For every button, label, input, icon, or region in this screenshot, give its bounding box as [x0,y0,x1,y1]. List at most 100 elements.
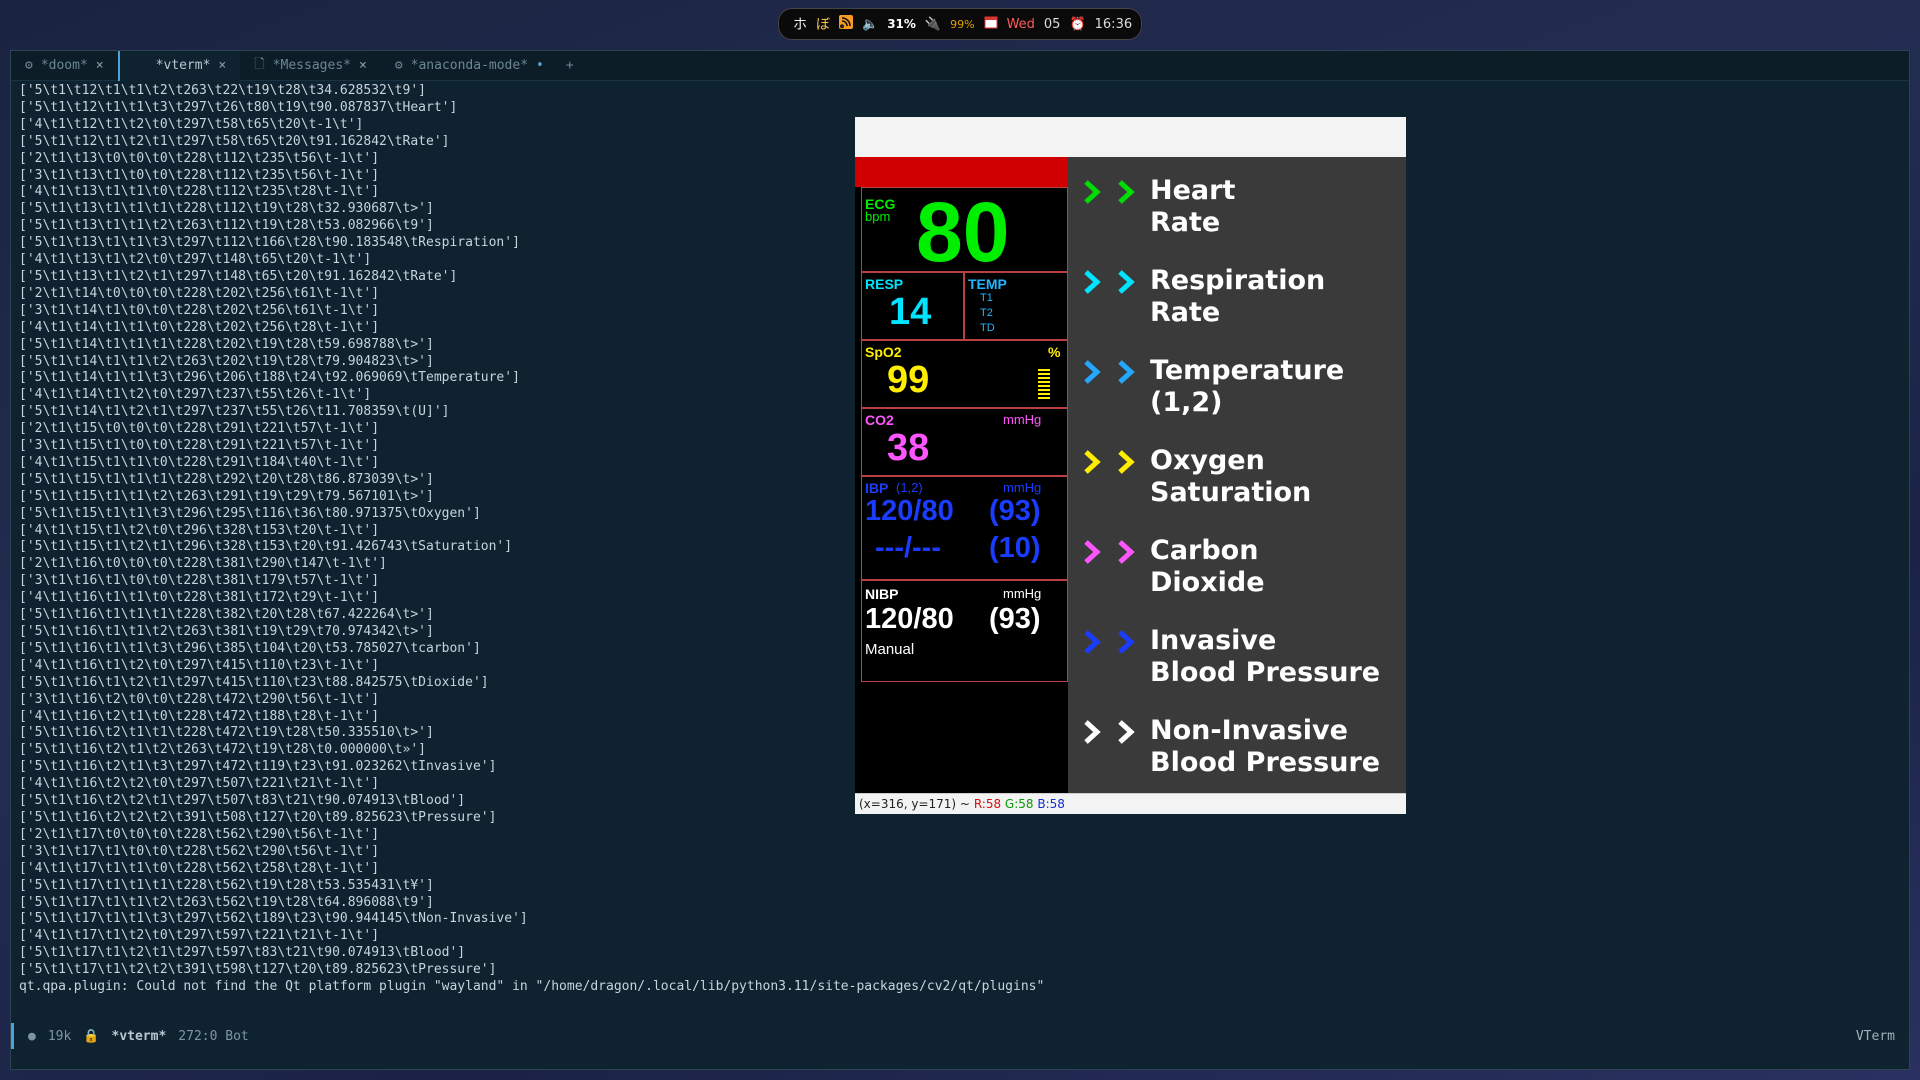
nibp-mean: (93) [989,603,1041,635]
chevron-right-icon [1084,360,1101,384]
chevron-right-icon [1118,270,1135,294]
legend-line-1: Carbon [1150,535,1259,566]
chevron-right-icon [1118,450,1135,474]
blue-value: B:58 [1037,797,1065,811]
close-icon[interactable]: × [96,58,104,73]
power-plug-icon: 🔌 [924,16,942,32]
terminal-line: ['5\t1\t17\t1\t1\t2\t263\t562\t19\t28\t6… [19,894,434,910]
clock-time: 16:36 [1094,16,1133,32]
ibp-cell: IBP (1,2) mmHg 120/80 (93) ---/--- (10) [861,476,1068,580]
tab-doom[interactable]: ⚙ *doom* × [11,51,118,81]
image-viewer-window[interactable]: ECG bpm 80 RESP 14 TEMP T1 T2 TD SpO2 % … [855,117,1406,814]
ecg-cell: ECG bpm 80 [861,185,1068,279]
nibp-cell: NIBP mmHg 120/80 (93) Manual [861,580,1068,682]
patient-monitor-panel: ECG bpm 80 RESP 14 TEMP T1 T2 TD SpO2 % … [855,157,1068,793]
close-icon[interactable]: × [359,58,367,73]
spo2-value: 99 [887,359,930,401]
calendar-icon[interactable] [984,15,998,33]
legend-line-1: Non-Invasive [1150,715,1348,746]
legend-line-2: Blood Pressure [1150,747,1381,778]
new-tab-button[interactable]: + [558,58,582,73]
terminal-line: qt.qpa.plugin: Could not find the Qt pla… [19,979,1045,995]
legend-item: Non-Invasive Blood Pressure [1068,715,1406,785]
co2-cell: CO2 mmHg 38 [861,408,1068,476]
tab-anaconda-mode[interactable]: ⚙ *anaconda-mode* • [381,51,558,81]
chevron-right-icon [1118,540,1135,564]
legend-line-1: Oxygen [1150,445,1265,476]
terminal-line: ['3\t1\t17\t1\t0\t0\t228\t562\t290\t56\t… [19,843,380,859]
chevron-right-icon [1084,450,1101,474]
temp-td: TD [980,322,995,334]
tab-vterm[interactable]: *vterm* × [117,50,241,81]
buffer-name[interactable]: *vterm* [112,1029,167,1044]
workspace-indicator[interactable]: ホ [793,14,807,34]
legend-item: Heart Rate [1068,175,1406,245]
wifi-icon[interactable] [839,15,853,33]
tab-label: *doom* [40,58,88,73]
co2-unit: mmHg [1003,412,1042,427]
terminal-line: ['5\t1\t17\t1\t2\t1\t297\t597\t83\t21\t9… [19,945,466,961]
terminal-line: ['5\t1\t17\t1\t1\t1\t228\t562\t19\t28\t5… [19,877,434,893]
parameter-legend: Heart Rate Respiration Rate Temperature (1,2)… [1068,157,1406,793]
co2-label: CO2 [865,412,894,428]
temp-t2: T2 [980,307,993,319]
input-method-indicator[interactable]: ぼ [816,14,830,34]
day-of-month: 05 [1043,16,1061,32]
chevron-right-icon [1118,630,1135,654]
tab-bar: ⚙ *doom* × *vterm* × 🗋 *Messages* × ⚙ *a… [11,50,1909,81]
volume-icon[interactable]: 🔈 [862,17,878,32]
co2-value: 38 [887,427,930,469]
heart-rate-value: 80 [916,185,1010,279]
temp-label: TEMP [968,276,1007,292]
close-icon[interactable]: × [218,58,226,73]
day-of-week: Wed [1006,16,1035,32]
resp-value: 14 [889,291,932,333]
modified-dot-icon[interactable]: • [536,58,544,73]
legend-line-2: Blood Pressure [1150,657,1381,688]
legend-text: Oxygen Saturation [1150,445,1311,509]
system-status-bar: ホ ぼ 🔈 31% 🔌 99% Wed 05 ⏰ 16:36 [778,8,1142,40]
terminal-line: ['5\t1\t17\t1\t1\t3\t297\t562\t189\t23\t… [19,911,528,927]
cursor-coords: (x=316, y=171) ~ [859,797,970,811]
chevron-right-icon [1084,180,1101,204]
nibp-mode: Manual [865,641,915,658]
resp-cell: RESP 14 [861,272,964,340]
legend-line-2: (1,2) [1150,387,1223,418]
terminal-line: ['5\t1\t12\t1\t1\t2\t263\t22\t19\t28\t34… [19,83,426,98]
legend-item: Respiration Rate [1068,265,1406,335]
legend-item: Oxygen Saturation [1068,445,1406,515]
ibp-unit: mmHg [1003,480,1042,495]
mode-line: ● 19k 🔒 *vterm* 272:0 Bot VTerm [11,1023,1909,1049]
ibp-value-2: ---/--- [875,532,942,564]
temp-cell: TEMP T1 T2 TD [964,272,1068,340]
image-canvas[interactable]: ECG bpm 80 RESP 14 TEMP T1 T2 TD SpO2 % … [855,157,1406,793]
nibp-value: 120/80 [865,603,954,635]
emacs-icon: ⚙ [394,58,403,73]
emacs-icon: ⚙ [25,58,33,73]
legend-line-2: Dioxide [1150,567,1265,598]
chevron-right-icon [1084,720,1101,744]
buffer-size: 19k [47,1028,72,1044]
chevron-right-icon [1084,630,1101,654]
legend-line-2: Rate [1150,297,1221,328]
terminal-line: ['2\t1\t17\t0\t0\t0\t228\t562\t290\t56\t… [19,826,380,842]
spo2-unit: % [1048,344,1061,360]
cursor-position: 272:0 Bot [178,1028,249,1044]
legend-text: Carbon Dioxide [1150,535,1265,599]
terminal-line: ['4\t1\t17\t1\t2\t0\t297\t597\t221\t21\t… [19,928,380,944]
alarm-bar [855,157,1068,187]
major-mode[interactable]: VTerm [1856,1029,1895,1044]
legend-item: Temperature (1,2) [1068,355,1406,425]
terminal-line: ['5\t1\t17\t1\t2\t2\t391\t598\t127\t20\t… [19,962,497,978]
spo2-cell: SpO2 % 99 [861,340,1068,408]
battery-level: 99% [950,17,975,31]
legend-text: Temperature (1,2) [1150,355,1344,419]
legend-line-1: Invasive [1150,625,1277,656]
legend-text: Heart Rate [1150,175,1235,239]
ecg-unit: bpm [865,209,891,224]
tab-label: *Messages* [272,58,351,73]
alarm-clock-icon[interactable]: ⏰ [1069,17,1085,32]
green-value: G:58 [1004,797,1034,811]
legend-text: Invasive Blood Pressure [1150,625,1380,689]
tab-messages[interactable]: 🗋 *Messages* × [240,51,381,81]
